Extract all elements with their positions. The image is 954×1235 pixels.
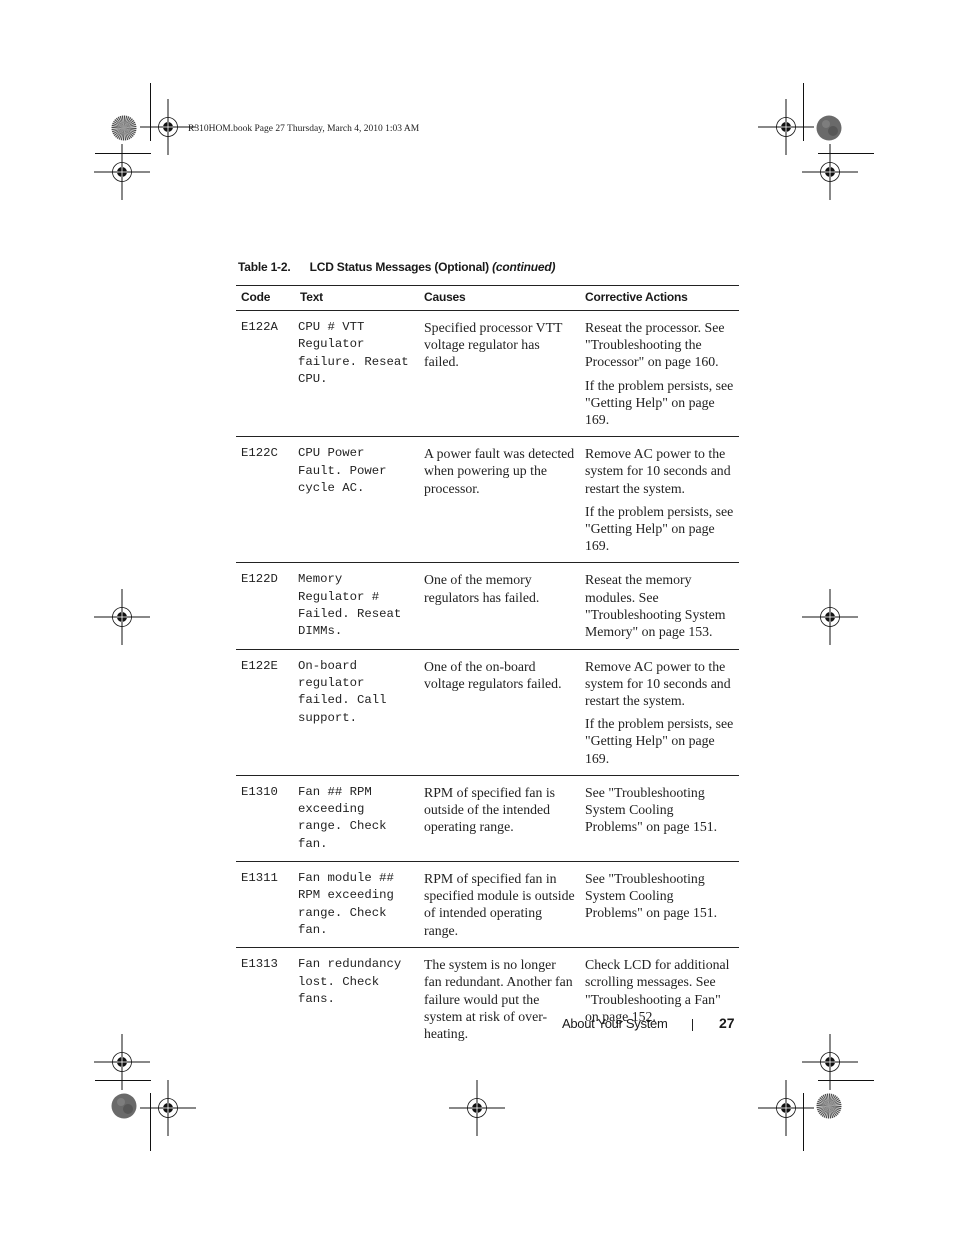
registration-target-icon <box>758 1080 814 1136</box>
registration-target-icon <box>802 589 858 645</box>
cell-code: E122A <box>236 310 293 438</box>
action-paragraph: If the problem persists, see "Getting He… <box>585 377 734 428</box>
cell-text: Fan redundancy lost. Check fans. <box>298 957 402 1006</box>
registration-target-icon <box>94 144 150 200</box>
table-caption: Table 1-2. LCD Status Messages (Optional… <box>238 260 555 274</box>
cell-code: E1313 <box>241 957 278 972</box>
gray-calibration-disc-icon <box>111 1093 137 1119</box>
cell-corrective-actions: Reseat the memory modules. See "Troubles… <box>580 562 739 650</box>
table-row: E1313 Fan redundancy lost. Check fans. T… <box>236 948 739 1051</box>
table-row: E1311 Fan module ## RPM exceeding range.… <box>236 861 739 949</box>
table-row: E1310 Fan ## RPM exceeding range. Check … <box>236 775 739 863</box>
table-row: E122D Memory Regulator # Failed. Reseat … <box>236 562 739 650</box>
table-number: Table 1-2. <box>238 260 291 274</box>
gray-calibration-disc-icon <box>816 115 842 141</box>
starburst-calibration-icon <box>816 1093 842 1119</box>
action-paragraph: Reseat the processor. See "Troubleshooti… <box>585 320 725 370</box>
cell-code: E122E <box>236 649 293 776</box>
footer-section-title: About Your System <box>562 1016 668 1031</box>
table-continued-label: (continued) <box>492 260 556 274</box>
action-paragraph: Reseat the memory modules. See "Troubles… <box>585 572 726 640</box>
header-corrective-actions: Corrective Actions <box>580 285 739 311</box>
action-paragraph: Remove AC power to the system for 10 sec… <box>585 658 731 709</box>
print-slug: R310HOM.book Page 27 Thursday, March 4, … <box>188 124 420 134</box>
cell-text: Fan ## RPM exceeding range. Check fan. <box>293 775 419 863</box>
registration-target-icon <box>140 1080 196 1136</box>
action-paragraph: Check LCD for additional scrolling messa… <box>585 957 730 1024</box>
action-paragraph: See "Troubleshooting System Cooling Prob… <box>585 871 718 921</box>
cell-causes: One of the on-board voltage regulators f… <box>419 649 580 776</box>
action-paragraph: Remove AC power to the system for 10 sec… <box>585 446 731 496</box>
footer-divider <box>692 1019 693 1031</box>
action-paragraph: If the problem persists, see "Getting He… <box>585 716 734 766</box>
cell-text: On-board regulator failed. Call support. <box>293 649 419 776</box>
cell-corrective-actions: Remove AC power to the system for 10 sec… <box>580 649 739 776</box>
page-number: 27 <box>719 1015 735 1031</box>
table-row: E122E On-board regulator failed. Call su… <box>236 649 739 776</box>
header-causes: Causes <box>419 285 580 311</box>
registration-target-icon <box>802 144 858 200</box>
cell-corrective-actions: Reseat the processor. See "Troubleshooti… <box>580 310 739 438</box>
action-paragraph: If the problem persists, see "Getting He… <box>585 503 734 554</box>
table-header-row: Code Text Causes Corrective Actions <box>236 285 739 311</box>
registration-target-icon <box>94 589 150 645</box>
cell-causes: A power fault was detected when powering… <box>419 436 580 564</box>
lcd-status-table: Code Text Causes Corrective Actions E122… <box>236 285 739 1050</box>
registration-target-icon <box>449 1080 505 1136</box>
cell-code: E122D <box>236 562 293 650</box>
cell-causes: RPM of specified fan in specified module… <box>419 861 580 949</box>
cell-text: CPU Power Fault. Power cycle AC. <box>293 436 419 564</box>
cell-text: Fan module ## RPM exceeding range. Check… <box>293 861 419 949</box>
cell-text: Memory Regulator # Failed. Reseat DIMMs. <box>293 562 419 650</box>
cell-code: E1311 <box>236 861 293 949</box>
table-row: E122A CPU # VTT Regulator failure. Resea… <box>236 310 739 438</box>
cell-causes: RPM of specified fan is outside of the i… <box>419 775 580 863</box>
cell-code: E122C <box>236 436 293 564</box>
cell-causes: One of the memory regulators has failed. <box>419 562 580 650</box>
starburst-calibration-icon <box>111 115 137 141</box>
action-paragraph: See "Troubleshooting System Cooling Prob… <box>585 784 718 835</box>
cell-corrective-actions: Check LCD for additional scrolling messa… <box>580 948 739 1051</box>
table-title: LCD Status Messages (Optional) <box>309 260 490 274</box>
cell-causes: The system is no longer fan redundant. A… <box>424 957 573 1042</box>
cell-corrective-actions: See "Troubleshooting System Cooling Prob… <box>580 861 739 949</box>
cell-code: E1310 <box>236 775 293 863</box>
table-row: E122C CPU Power Fault. Power cycle AC. A… <box>236 436 739 564</box>
header-text: Text <box>293 285 419 311</box>
cell-causes: Specified processor VTT voltage regulato… <box>419 310 580 438</box>
cell-corrective-actions: Remove AC power to the system for 10 sec… <box>580 436 739 564</box>
header-code: Code <box>236 285 293 311</box>
cell-text: CPU # VTT Regulator failure. Reseat CPU. <box>293 310 419 438</box>
cell-corrective-actions: See "Troubleshooting System Cooling Prob… <box>580 775 739 863</box>
